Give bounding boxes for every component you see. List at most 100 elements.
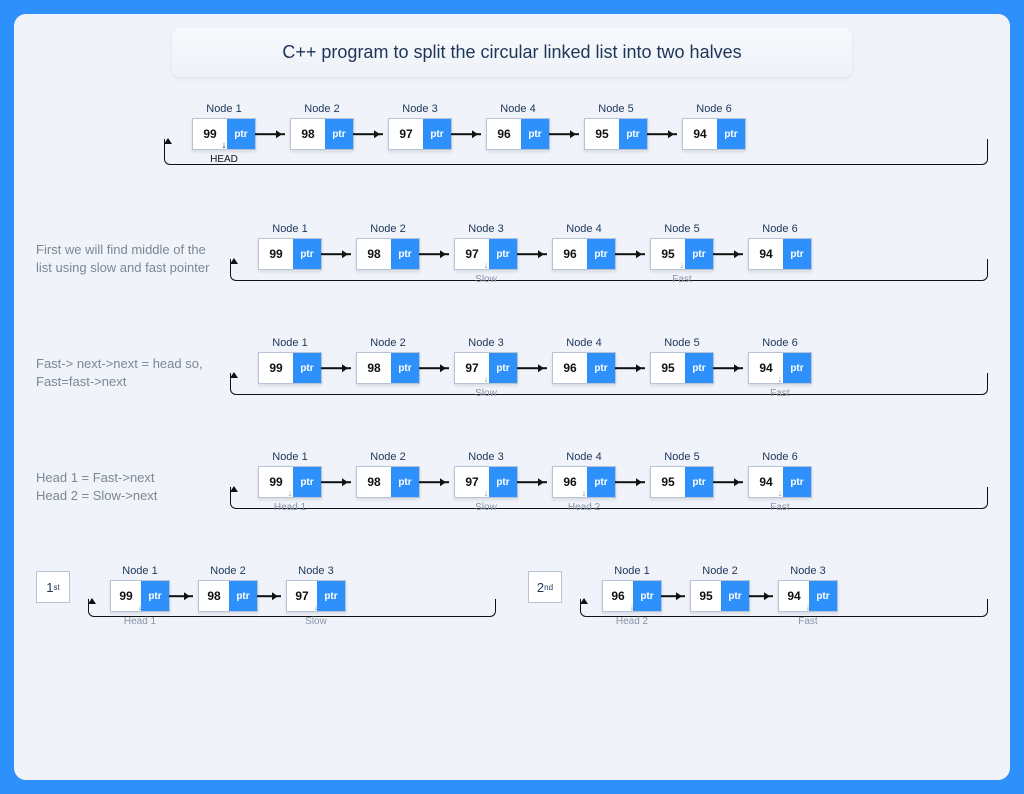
node-cell: 98ptr: [290, 118, 354, 150]
node-cell: 98ptr: [356, 352, 420, 384]
pointer-label: Fast: [798, 616, 817, 627]
linked-list-node: Node 694ptrFast: [748, 337, 812, 399]
node-ptr: ptr: [619, 119, 647, 149]
row-step3: Head 1 = Fast->next Head 2 = Slow->next …: [36, 439, 988, 543]
node-cell: 99ptr: [258, 352, 322, 384]
node-value: 99: [259, 353, 293, 383]
pointer-label: Head 1: [274, 502, 306, 513]
node-label: Node 1: [122, 565, 157, 577]
caption-step3: Head 1 = Fast->next Head 2 = Slow->next: [36, 439, 216, 504]
linked-list-node: Node 4 96ptr: [486, 103, 550, 165]
row-original: Node 199ptrHEADNode 298ptrNode 397ptrNod…: [36, 91, 988, 201]
node-label: Node 5: [598, 103, 633, 115]
node-label: Node 1: [272, 337, 307, 349]
node-ptr: ptr: [489, 239, 517, 269]
arrow-icon: [615, 481, 645, 483]
node-ptr: ptr: [229, 581, 257, 611]
linked-list-node: Node 694ptrFast: [748, 451, 812, 513]
arrow-icon: [517, 367, 547, 369]
node-label: Node 4: [500, 103, 535, 115]
linked-list-node: Node 199ptrHEAD: [192, 103, 256, 165]
node-label: Node 1: [272, 223, 307, 235]
node-ptr: ptr: [489, 467, 517, 497]
linked-list-node: Node 298ptr: [356, 223, 420, 285]
node-label: Node 3: [790, 565, 825, 577]
node-ptr: ptr: [783, 353, 811, 383]
linked-list-node: Node 397ptrSlow: [454, 337, 518, 399]
node-cell: 94ptr: [748, 238, 812, 270]
node-value: 96: [553, 239, 587, 269]
node-ptr: ptr: [685, 353, 713, 383]
linked-list-node: Node 2 95ptr: [690, 565, 750, 627]
ordinal-second: 2nd: [528, 571, 562, 603]
node-label: Node 3: [402, 103, 437, 115]
node-ptr: ptr: [685, 467, 713, 497]
node-value: 96: [603, 581, 633, 611]
node-label: Node 1: [614, 565, 649, 577]
arrow-icon: [419, 253, 449, 255]
node-cell: 96ptr: [552, 352, 616, 384]
node-ptr: ptr: [587, 353, 615, 383]
arrow-icon: [321, 367, 351, 369]
node-cell: 98ptr: [356, 466, 420, 498]
node-cell: 95ptr: [690, 580, 750, 612]
node-value: 98: [357, 353, 391, 383]
node-ptr: ptr: [587, 467, 615, 497]
linked-list-node: Node 397ptrSlow: [454, 223, 518, 285]
node-ptr: ptr: [721, 581, 749, 611]
caption-step1: First we will find middle of the list us…: [36, 211, 216, 276]
node-value: 94: [779, 581, 809, 611]
node-label: Node 1: [272, 451, 307, 463]
linked-list-node: Node 595ptrFast: [650, 223, 714, 285]
node-ptr: ptr: [317, 581, 345, 611]
linked-list-node: Node 6 94ptr: [748, 223, 812, 285]
linked-list-node: Node 4 96ptr: [552, 337, 616, 399]
arrow-icon: [419, 367, 449, 369]
pointer-label: Slow: [475, 388, 497, 399]
arrow-icon: [321, 481, 351, 483]
node-ptr: ptr: [783, 467, 811, 497]
ordinal-first: 1st: [36, 571, 70, 603]
node-value: 95: [691, 581, 721, 611]
node-ptr: ptr: [391, 467, 419, 497]
node-ptr: ptr: [423, 119, 451, 149]
linked-list-node: Node 496ptr: [552, 223, 616, 285]
node-label: Node 6: [762, 337, 797, 349]
node-label: Node 2: [370, 337, 405, 349]
node-cell: 98ptr: [198, 580, 258, 612]
node-cell: 99ptr: [258, 238, 322, 270]
node-ptr: ptr: [685, 239, 713, 269]
node-cell: 96ptr: [486, 118, 550, 150]
node-label: Node 6: [762, 223, 797, 235]
pointer-label: Fast: [770, 502, 789, 513]
linked-list-node: Node 397ptr: [388, 103, 452, 165]
linked-list-node: Node 199ptrHead 1: [258, 451, 322, 513]
node-label: Node 5: [664, 223, 699, 235]
node-ptr: ptr: [521, 119, 549, 149]
arrow-icon: [353, 133, 383, 135]
node-label: Node 1: [206, 103, 241, 115]
node-value: 97: [287, 581, 317, 611]
node-label: Node 4: [566, 223, 601, 235]
node-value: 95: [585, 119, 619, 149]
linked-list-node: Node 397ptrSlow: [454, 451, 518, 513]
pointer-label: Slow: [305, 616, 327, 627]
linked-list-node: Node 199ptrHead 1: [110, 565, 170, 627]
node-label: Node 2: [702, 565, 737, 577]
node-label: Node 4: [566, 337, 601, 349]
node-value: 95: [651, 467, 685, 497]
node-label: Node 3: [468, 451, 503, 463]
node-ptr: ptr: [293, 467, 321, 497]
linked-list-node: Node 2 98ptr: [356, 337, 420, 399]
arrow-icon: [713, 253, 743, 255]
node-label: Node 5: [664, 451, 699, 463]
arrow-icon: [713, 481, 743, 483]
node-cell: 95ptr: [650, 352, 714, 384]
node-label: Node 6: [762, 451, 797, 463]
pointer-label: Fast: [770, 388, 789, 399]
arrow-icon: [169, 595, 193, 597]
node-label: Node 2: [304, 103, 339, 115]
node-ptr: ptr: [293, 353, 321, 383]
arrow-icon: [451, 133, 481, 135]
node-value: 99: [111, 581, 141, 611]
